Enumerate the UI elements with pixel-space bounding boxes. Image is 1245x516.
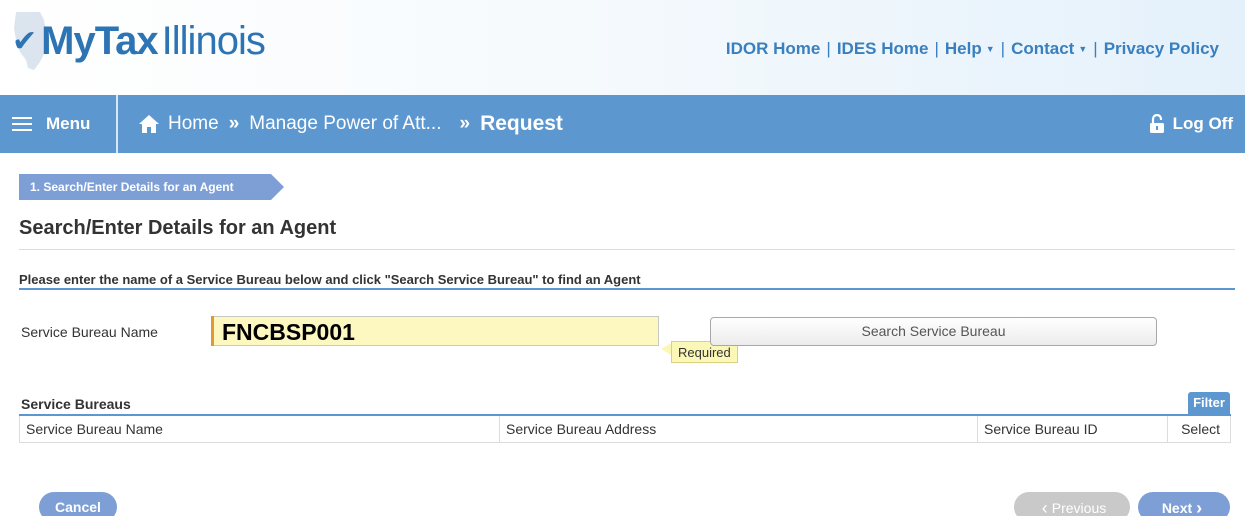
column-header-select[interactable]: Select: [1167, 416, 1231, 443]
next-button[interactable]: Next ›: [1138, 492, 1230, 516]
divider: |: [1093, 39, 1098, 58]
column-header-service-bureau-address[interactable]: Service Bureau Address: [499, 416, 977, 443]
previous-label: Previous: [1051, 500, 1107, 516]
privacy-policy-link[interactable]: Privacy Policy: [1104, 39, 1219, 59]
table-header: Service Bureau Name Service Bureau Addre…: [19, 416, 1231, 443]
input-focus-accent: [211, 316, 214, 346]
site-header: ✔ MyTax Illinois IDOR Home | IDES Home |…: [0, 0, 1245, 95]
cancel-button[interactable]: Cancel: [39, 492, 117, 516]
service-bureau-name-input[interactable]: FNCBSP001: [211, 316, 659, 346]
service-bureau-name-label: Service Bureau Name: [21, 324, 158, 340]
contact-dropdown[interactable]: Contact ▼: [1011, 39, 1087, 59]
breadcrumb: Home » Manage Power of Att... » Request: [138, 95, 563, 153]
top-links: IDOR Home | IDES Home | Help ▼ | Contact ▼…: [726, 39, 1219, 59]
next-label: Next: [1161, 500, 1193, 516]
nav-bar: Menu Home » Manage Power of Att... » Req…: [0, 95, 1245, 153]
divider: |: [1000, 39, 1006, 58]
log-off-label: Log Off: [1172, 114, 1233, 133]
filter-button[interactable]: Filter: [1188, 392, 1230, 414]
caret-down-icon: ▼: [985, 44, 995, 54]
step-indicator: 1. Search/Enter Details for an Agent: [19, 174, 284, 200]
page-title: Search/Enter Details for an Agent: [19, 217, 337, 239]
column-header-service-bureau-id[interactable]: Service Bureau ID: [977, 416, 1167, 443]
divider: [19, 249, 1235, 250]
logo-text-illinois: Illinois: [161, 18, 266, 63]
chevron-right-icon: ›: [1196, 498, 1203, 516]
checkmark-icon: ✔: [12, 24, 38, 58]
instructions-text: Please enter the name of a Service Burea…: [19, 272, 641, 287]
home-icon: [139, 115, 159, 133]
column-header-service-bureau-name[interactable]: Service Bureau Name: [19, 416, 499, 443]
log-off-button[interactable]: Log Off: [1149, 95, 1233, 153]
menu-button[interactable]: Menu: [0, 95, 118, 153]
help-dropdown[interactable]: Help ▼: [945, 39, 995, 59]
chevron-left-icon: ‹: [1041, 498, 1048, 516]
breadcrumb-separator: »: [228, 113, 240, 134]
breadcrumb-request: Request: [480, 112, 563, 135]
divider: |: [826, 39, 831, 58]
breadcrumb-home[interactable]: Home: [168, 113, 219, 135]
hamburger-icon: [12, 117, 32, 131]
menu-label: Menu: [46, 114, 91, 133]
divider: |: [934, 39, 939, 58]
service-bureaus-table-title: Service Bureaus: [21, 396, 131, 412]
contact-label: Contact: [1011, 39, 1075, 58]
tooltip-pointer: [661, 343, 671, 355]
breadcrumb-separator: »: [459, 113, 471, 134]
divider: [19, 288, 1235, 290]
previous-button[interactable]: ‹ Previous: [1014, 492, 1130, 516]
ides-home-link[interactable]: IDES Home: [837, 39, 929, 59]
help-label: Help: [944, 39, 982, 58]
mytax-illinois-logo[interactable]: ✔ MyTax Illinois: [12, 12, 266, 70]
search-service-bureau-button[interactable]: Search Service Bureau: [710, 317, 1157, 346]
idor-home-link[interactable]: IDOR Home: [726, 39, 820, 59]
breadcrumb-manage-power-of-attorney[interactable]: Manage Power of Att...: [249, 113, 441, 135]
step-label: 1. Search/Enter Details for an Agent: [30, 180, 234, 194]
logo-text-mytax: MyTax: [41, 18, 159, 63]
caret-down-icon: ▼: [1078, 44, 1088, 54]
lock-icon: [1149, 114, 1164, 133]
